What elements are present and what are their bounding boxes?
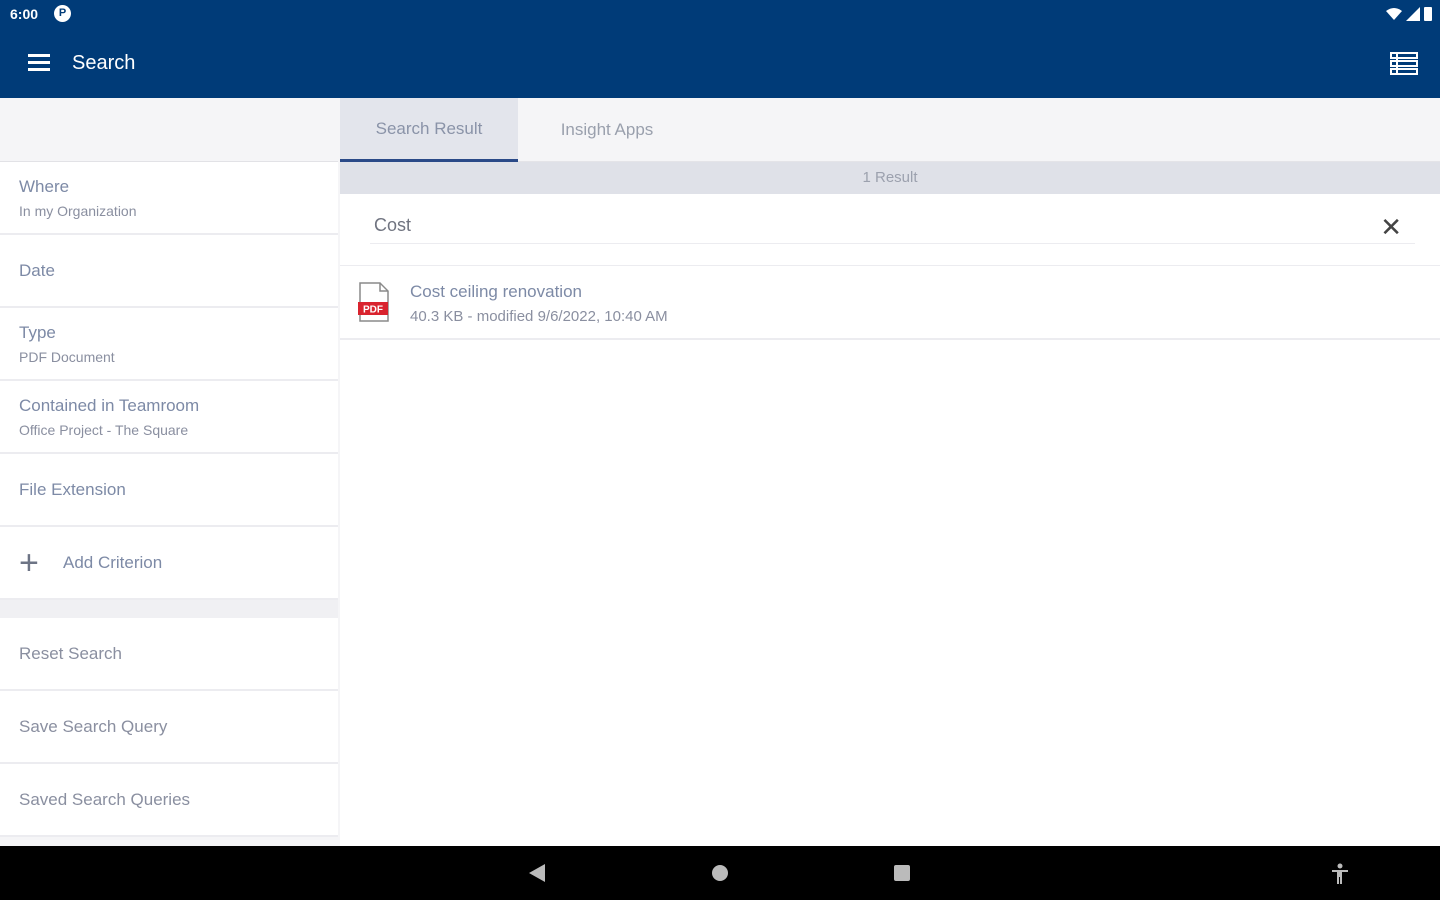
navigation-bar [0,846,1440,900]
notification-icon: P [54,5,71,22]
tab-insight-apps[interactable]: Insight Apps [518,98,696,162]
criterion-teamroom[interactable]: Contained in Teamroom Office Project - T… [0,381,338,454]
add-criterion-button[interactable]: + Add Criterion [0,527,338,600]
plus-icon: + [19,543,39,582]
pdf-badge-text: PDF [363,305,383,316]
pdf-file-icon: PDF [358,282,389,322]
criterion-label: Date [19,260,55,280]
page-title: Search [72,52,136,74]
tab-bar: Search Result Insight Apps [340,98,1440,162]
recents-icon[interactable] [893,863,911,883]
saved-search-queries-button[interactable]: Saved Search Queries [0,764,338,837]
criteria-header [0,98,338,162]
criterion-label: Contained in Teamroom [19,395,200,415]
list-view-icon[interactable] [1390,50,1418,78]
tab-search-result[interactable]: Search Result [340,98,518,162]
reset-search-button[interactable]: Reset Search [0,618,338,691]
criterion-label: Where [19,176,70,196]
criterion-where[interactable]: Where In my Organization [0,162,338,235]
result-count: 1 Result [340,162,1440,194]
criterion-date[interactable]: Date [0,235,338,308]
criterion-label: File Extension [19,479,126,499]
criterion-value: Office Project - The Square [19,421,189,438]
app-bar: Search [0,28,1440,98]
back-icon[interactable] [528,863,546,883]
criterion-file-extension[interactable]: File Extension [0,454,338,527]
criterion-value: PDF Document [19,348,115,365]
accessibility-icon[interactable] [1330,863,1350,885]
status-bar: 6:00 P [0,0,1440,28]
search-bar: ✕ [340,194,1440,266]
home-icon[interactable] [711,863,729,883]
criterion-type[interactable]: Type PDF Document [0,308,338,381]
criteria-panel: Where In my Organization Date Type PDF D… [0,98,338,846]
add-criterion-label: Add Criterion [63,552,163,572]
result-meta: 40.3 KB - modified 9/6/2022, 10:40 AM [410,308,668,325]
list-item[interactable]: PDF Cost ceiling renovation 40.3 KB - mo… [340,266,1440,340]
wifi-icon [1386,7,1402,20]
search-input[interactable] [370,208,1415,244]
signal-icon [1406,6,1420,21]
system-icons [1386,6,1432,21]
close-icon[interactable]: ✕ [1380,214,1402,240]
status-time: 6:00 [10,6,39,22]
result-name: Cost ceiling renovation [410,282,582,301]
battery-icon [1424,7,1432,21]
criterion-value: In my Organization [19,202,137,219]
save-search-query-button[interactable]: Save Search Query [0,691,338,764]
menu-icon[interactable] [28,52,54,74]
results-panel: Search Result Insight Apps 1 Result ✕ PD… [340,98,1440,846]
section-divider [0,600,338,618]
criterion-label: Type [19,322,56,342]
